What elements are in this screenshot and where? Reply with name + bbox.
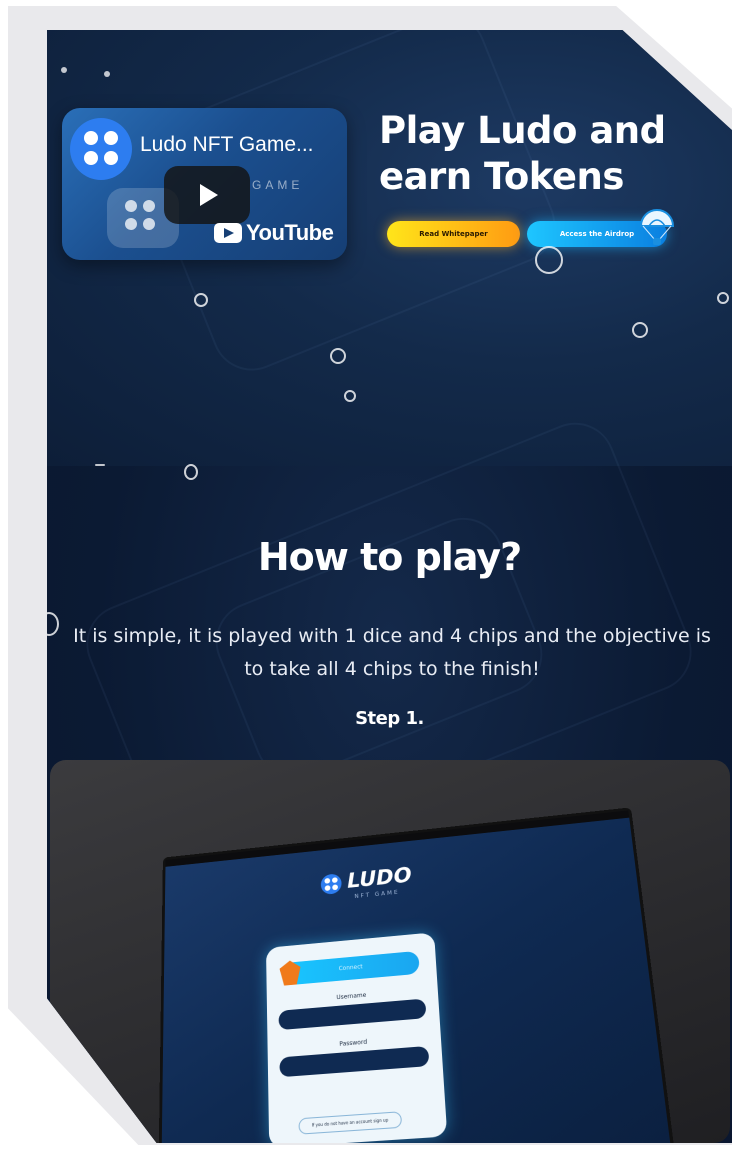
hero-title-line1: Play Ludo and	[379, 109, 666, 152]
dot-decoration	[95, 464, 105, 466]
play-icon[interactable]	[164, 166, 250, 224]
youtube-logo[interactable]: YouTube	[214, 220, 333, 246]
channel-avatar[interactable]	[70, 118, 132, 180]
bubble-decoration	[194, 293, 208, 307]
parachute-icon	[637, 208, 677, 248]
youtube-wordmark: YouTube	[246, 220, 333, 246]
page-screen: GAME Ludo NFT Game... YouTube Play Ludo …	[47, 30, 732, 1143]
hero-section: GAME Ludo NFT Game... YouTube Play Ludo …	[47, 30, 732, 466]
dot-decoration	[61, 67, 67, 73]
bubble-decoration	[717, 292, 729, 304]
bubble-decoration	[344, 390, 356, 402]
laptop-screen-mockup: LUDO NFT GAME Connect Username Password …	[158, 807, 674, 1143]
laptop-top-bar	[165, 810, 629, 866]
bubble-decoration	[632, 322, 648, 338]
read-whitepaper-button[interactable]: Read Whitepaper	[387, 221, 520, 247]
connect-label: Connect	[283, 951, 419, 986]
video-watermark-text: GAME	[252, 178, 303, 192]
bubble-decoration	[330, 348, 346, 364]
bubble-decoration	[535, 246, 563, 274]
connect-wallet-button[interactable]: Connect	[283, 951, 419, 986]
login-panel: Connect Username Password If you do not …	[266, 932, 447, 1143]
how-to-play-title: How to play?	[47, 535, 732, 579]
dot-decoration	[104, 71, 110, 77]
step-screenshot-card: LUDO NFT GAME Connect Username Password …	[50, 760, 730, 1143]
video-title[interactable]: Ludo NFT Game...	[140, 133, 314, 157]
youtube-play-icon	[214, 223, 242, 243]
ludo-logo-icon	[321, 873, 342, 895]
signup-link[interactable]: If you do not have an account sign up	[298, 1111, 402, 1135]
bubble-decoration	[184, 464, 198, 480]
hero-title: Play Ludo and earn Tokens	[379, 108, 719, 200]
hero-title-line2: earn Tokens	[379, 155, 624, 198]
ludo-logo-text: LUDO	[347, 864, 413, 893]
bubble-decoration	[47, 612, 59, 636]
how-to-play-description: It is simple, it is played with 1 dice a…	[67, 620, 717, 686]
youtube-video-embed[interactable]: GAME Ludo NFT Game... YouTube	[62, 108, 347, 260]
step-label: Step 1.	[47, 708, 732, 729]
